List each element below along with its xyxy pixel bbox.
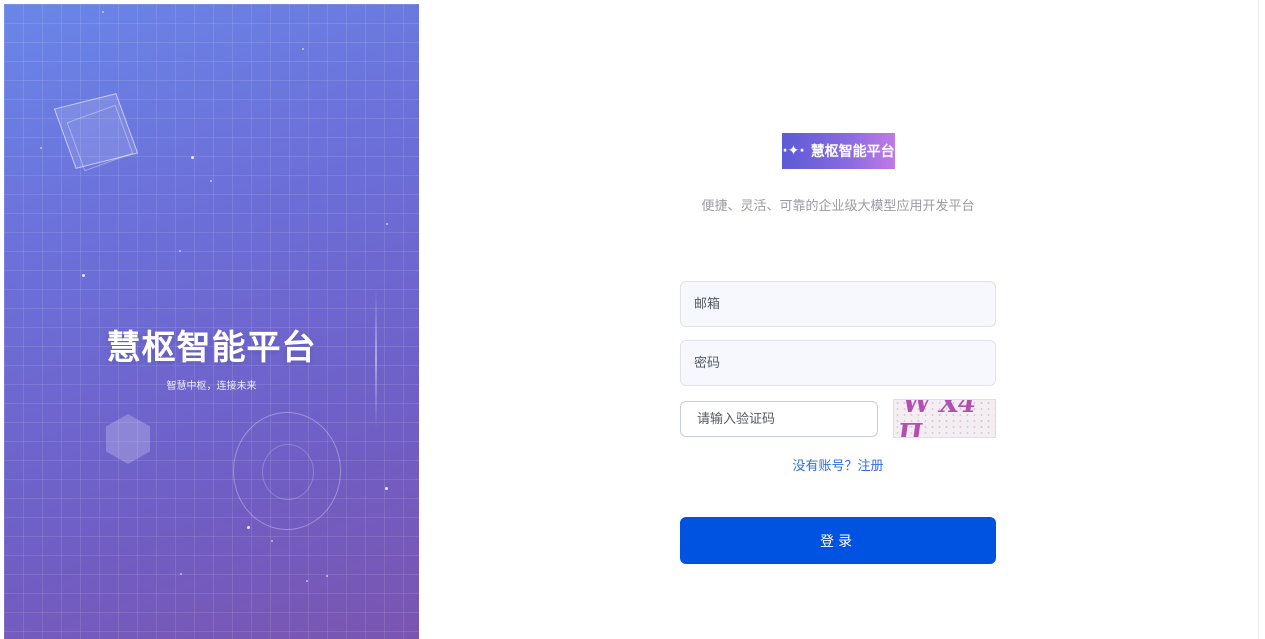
star-dot bbox=[82, 274, 85, 277]
captcha-text: W X4 П bbox=[895, 399, 977, 438]
login-button[interactable]: 登录 bbox=[680, 517, 996, 564]
star-dot bbox=[210, 180, 212, 182]
star-dot bbox=[306, 580, 308, 582]
star-dot bbox=[180, 573, 182, 575]
star-dot bbox=[40, 147, 42, 149]
tagline: 便捷、灵活、可靠的企业级大模型应用开发平台 bbox=[701, 199, 975, 214]
email-field[interactable] bbox=[680, 281, 996, 327]
brand-logo: ·✦· 慧枢智能平台 bbox=[782, 133, 895, 169]
star-dot bbox=[179, 250, 181, 252]
captcha-input[interactable] bbox=[680, 401, 878, 437]
register-link[interactable]: 没有账号？注册 bbox=[680, 455, 996, 474]
page-edge-divider bbox=[1258, 0, 1259, 639]
sparkle-icon: ·✦· bbox=[782, 143, 805, 159]
captcha-image[interactable]: W X4 П bbox=[893, 399, 996, 438]
hero-title: 慧枢智能平台 bbox=[106, 328, 317, 368]
hero-panel: 慧枢智能平台 智慧中枢，连接未来 bbox=[4, 4, 419, 639]
star-dot bbox=[247, 526, 250, 529]
ring-inner-decoration bbox=[262, 444, 314, 500]
star-dot bbox=[302, 48, 304, 50]
password-field[interactable] bbox=[680, 340, 996, 386]
star-dot bbox=[326, 575, 328, 577]
logo-text: 慧枢智能平台 bbox=[810, 144, 895, 160]
star-dot bbox=[271, 540, 273, 542]
login-page: 慧枢智能平台 智慧中枢，连接未来 ·✦· 慧枢智能平台 便捷、灵活、可靠的企业级… bbox=[0, 0, 1265, 639]
star-dot bbox=[102, 11, 104, 13]
hero-subtitle: 智慧中枢，连接未来 bbox=[166, 381, 257, 392]
star-dot bbox=[386, 223, 388, 225]
star-dot bbox=[385, 487, 388, 490]
star-dot bbox=[191, 156, 194, 159]
